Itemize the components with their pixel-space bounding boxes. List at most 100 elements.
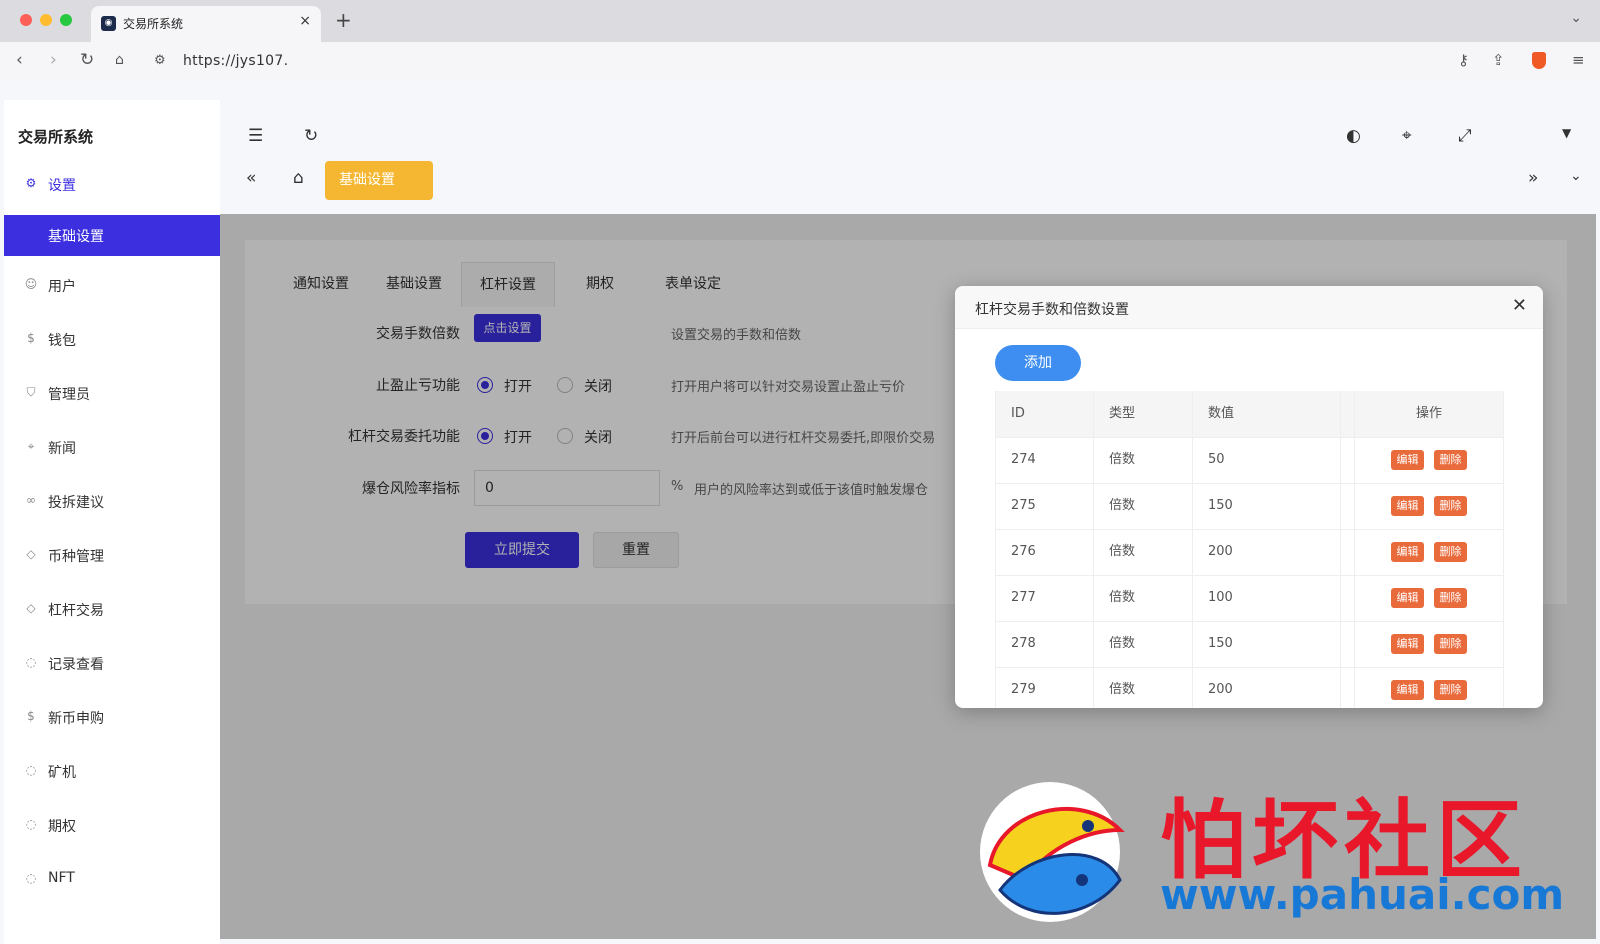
sidebar-item-12[interactable]: ◌ 期权 <box>4 805 220 845</box>
menu-icon[interactable]: ≡ <box>1572 51 1585 69</box>
delete-button[interactable]: 删除 <box>1434 541 1467 562</box>
leverage-settings-modal: 杠杆交易手数和倍数设置 ✕ 添加 ID 类型 数值 操作 274 倍数 50 编辑 删除… <box>955 286 1543 708</box>
close-window-button[interactable] <box>20 14 32 26</box>
page-tag-basic-settings[interactable]: 基础设置 <box>325 161 433 200</box>
cell-value: 200 <box>1193 529 1341 575</box>
cell-ops: 编辑 删除 <box>1355 529 1504 575</box>
table-row: 278 倍数 150 编辑 删除 <box>995 621 1504 668</box>
sidebar-item-1[interactable]: 基础设置 <box>4 215 220 256</box>
delete-button[interactable]: 删除 <box>1434 633 1467 654</box>
cell-spacer <box>1341 667 1355 708</box>
sidebar-item-0[interactable]: ⚙ 设置 <box>4 164 220 204</box>
sidebar-item-label: 期权 <box>48 819 76 835</box>
sidebar-item-label: 新闻 <box>48 441 76 457</box>
sidebar-item-label: 基础设置 <box>48 229 104 245</box>
table-header: ID 类型 数值 操作 <box>995 391 1504 438</box>
add-button[interactable]: 添加 <box>995 345 1081 381</box>
cell-ops: 编辑 删除 <box>1355 483 1504 529</box>
sidebar-item-5[interactable]: ⌖ 新闻 <box>4 427 220 467</box>
edit-button[interactable]: 编辑 <box>1391 633 1424 654</box>
fish-logo-icon <box>980 782 1125 922</box>
cell-type: 倍数 <box>1094 575 1193 621</box>
sidebar-item-13[interactable]: ◌ NFT <box>4 859 220 899</box>
sidebar-item-7[interactable]: ◇ 币种管理 <box>4 535 220 575</box>
share-icon[interactable]: ⇪ <box>1492 51 1505 69</box>
cell-ops: 编辑 删除 <box>1355 667 1504 708</box>
new-tab-button[interactable]: + <box>335 8 352 32</box>
cell-value: 150 <box>1193 621 1341 667</box>
edit-button[interactable]: 编辑 <box>1391 541 1424 562</box>
cell-value: 50 <box>1193 437 1341 483</box>
prev-tabs-icon[interactable]: « <box>246 168 256 188</box>
close-icon[interactable]: ✕ <box>1512 295 1527 316</box>
browser-toolbar: ‹ › ↻ ⌂ ⚙ https://jys107. ⚷ ⇪ ≡ <box>0 42 1600 82</box>
sidebar-item-2[interactable]: ☺ 用户 <box>4 265 220 305</box>
sidebar-item-label: 币种管理 <box>48 549 104 565</box>
home-icon[interactable]: ⌂ <box>293 168 304 188</box>
back-icon[interactable]: ‹ <box>16 50 23 70</box>
browser-tab[interactable]: ◉ 交易所系统 × <box>91 6 321 42</box>
app-brand: 交易所系统 <box>18 128 94 146</box>
bookmark-icon[interactable]: ⌂ <box>115 52 124 68</box>
tag-icon[interactable]: ⌖ <box>1402 126 1412 146</box>
sidebar-item-4[interactable]: ⛉ 管理员 <box>4 373 220 413</box>
address-bar[interactable]: https://jys107. <box>183 53 288 69</box>
table-row: 275 倍数 150 编辑 删除 <box>995 483 1504 530</box>
user-dropdown-icon[interactable]: ▼ <box>1562 126 1571 140</box>
link-icon: ∞ <box>26 493 36 507</box>
sidebar-item-label: NFT <box>48 870 75 886</box>
delete-button[interactable]: 删除 <box>1434 495 1467 516</box>
zoom-window-button[interactable] <box>60 14 72 26</box>
browser-tab-title: 交易所系统 <box>123 17 184 31</box>
gear-icon: ⚙ <box>25 176 37 190</box>
collapse-menu-icon[interactable]: ☰ <box>248 126 263 146</box>
minimize-window-button[interactable] <box>40 14 52 26</box>
sidebar-item-10[interactable]: $ 新币申购 <box>4 697 220 737</box>
next-tabs-icon[interactable]: » <box>1528 168 1538 188</box>
cell-type: 倍数 <box>1094 483 1193 529</box>
tab-close-icon[interactable]: × <box>299 13 311 29</box>
key-icon[interactable]: ⚷ <box>1458 51 1469 69</box>
forward-icon[interactable]: › <box>50 50 57 70</box>
delete-button[interactable]: 删除 <box>1434 679 1467 700</box>
cell-value: 200 <box>1193 667 1341 708</box>
cell-spacer <box>1341 483 1355 529</box>
tabs-dropdown-icon[interactable]: ⌄ <box>1570 168 1582 184</box>
cell-ops: 编辑 删除 <box>1355 621 1504 667</box>
sidebar-item-label: 杠杆交易 <box>48 603 104 619</box>
edit-button[interactable]: 编辑 <box>1391 679 1424 700</box>
fullscreen-icon[interactable]: ⤢ <box>1458 126 1472 146</box>
edit-button[interactable]: 编辑 <box>1391 495 1424 516</box>
delete-button[interactable]: 删除 <box>1434 587 1467 608</box>
modal-title: 杠杆交易手数和倍数设置 <box>975 302 1129 318</box>
refresh-icon[interactable]: ↻ <box>304 126 318 146</box>
edit-button[interactable]: 编辑 <box>1391 449 1424 470</box>
sidebar-item-9[interactable]: ◌ 记录查看 <box>4 643 220 683</box>
coin-icon: $ <box>27 709 35 723</box>
cell-value: 100 <box>1193 575 1341 621</box>
site-settings-icon[interactable]: ⚙ <box>154 53 166 68</box>
cell-id: 277 <box>995 575 1094 621</box>
edit-button[interactable]: 编辑 <box>1391 587 1424 608</box>
brave-shield-icon[interactable] <box>1532 52 1546 69</box>
delete-button[interactable]: 删除 <box>1434 449 1467 470</box>
theme-icon[interactable]: ◐ <box>1346 126 1361 146</box>
sidebar-item-6[interactable]: ∞ 投拆建议 <box>4 481 220 521</box>
sidebar-item-3[interactable]: $ 钱包 <box>4 319 220 359</box>
cell-id: 276 <box>995 529 1094 575</box>
circle-icon: ◌ <box>25 763 37 777</box>
cell-type: 倍数 <box>1094 667 1193 708</box>
coin-icon: $ <box>27 331 35 345</box>
reload-icon[interactable]: ↻ <box>80 50 94 70</box>
browser-tabstrip: ◉ 交易所系统 × + ⌄ <box>0 0 1600 42</box>
sidebar-item-8[interactable]: ◇ 杠杆交易 <box>4 589 220 629</box>
sidebar-item-11[interactable]: ◌ 矿机 <box>4 751 220 791</box>
sidebar-item-label: 投拆建议 <box>48 495 104 511</box>
tab-list-chevron-icon[interactable]: ⌄ <box>1570 10 1582 26</box>
header-spacer <box>1341 391 1355 437</box>
favicon-icon: ◉ <box>101 16 116 31</box>
user-icon: ☺ <box>24 277 38 291</box>
cell-spacer <box>1341 621 1355 667</box>
cell-value: 150 <box>1193 483 1341 529</box>
table-row: 277 倍数 100 编辑 删除 <box>995 575 1504 622</box>
